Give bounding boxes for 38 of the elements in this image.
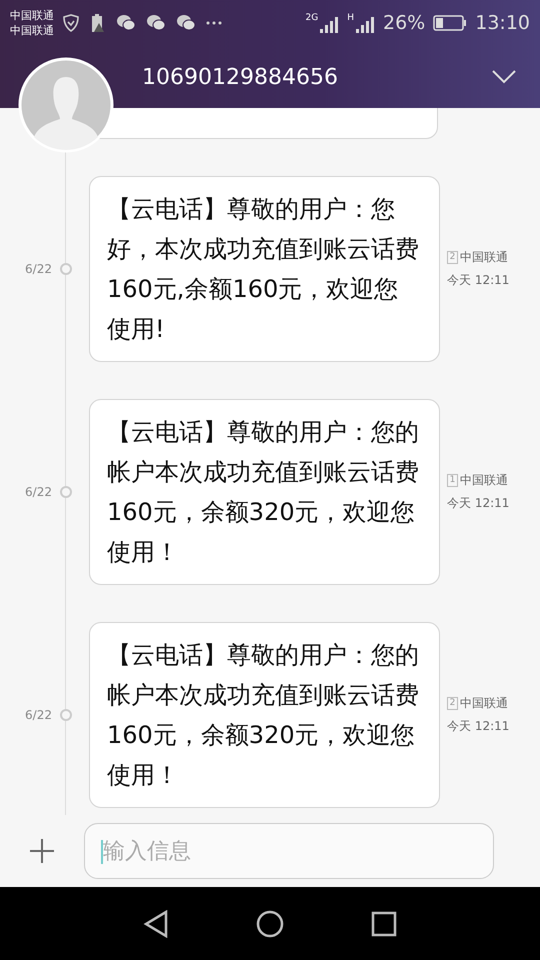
message-bubble[interactable]: 【云电话】尊敬的用户：您的帐户本次成功充值到账云话费160元，余额320元，欢迎您使用！ — [89, 622, 440, 808]
carrier-name: 中国联通 — [460, 249, 508, 266]
clock-time: 13:10 — [475, 12, 530, 34]
message-time: 今天 12:11 — [447, 718, 510, 735]
message-time: 今天 12:11 — [447, 495, 510, 512]
carrier-name: 中国联通 — [10, 23, 54, 38]
chat-icon — [116, 14, 136, 32]
home-icon[interactable] — [256, 910, 284, 938]
message-date: 6/22 — [24, 485, 52, 499]
timeline-dot — [60, 709, 72, 721]
carrier-name: 中国联通 — [10, 8, 54, 23]
message-input-field[interactable]: 输入信息 — [84, 823, 494, 879]
chevron-down-icon[interactable] — [492, 70, 516, 84]
recent-apps-icon[interactable] — [370, 910, 397, 936]
sim-slot-badge: 1 — [447, 474, 458, 487]
battery-warning-icon — [90, 13, 106, 33]
message-date: 6/22 — [24, 708, 52, 722]
plus-icon[interactable] — [29, 838, 55, 864]
sim-slot-badge: 2 — [447, 697, 458, 710]
network-label: H — [347, 13, 354, 23]
battery-percent: 26% — [383, 12, 426, 34]
message-bubble[interactable]: 【云电话】尊敬的用户：您好，本次成功充值到账云话费160元,余额160元，欢迎您使用! — [89, 176, 440, 362]
contact-number: 10690129884656 — [142, 64, 339, 90]
sim-slot-badge: 2 — [447, 251, 458, 264]
carrier-name: 中国联通 — [460, 472, 508, 489]
chat-icon — [176, 14, 196, 32]
message-bubble[interactable]: 【云电话】尊敬的用户：您的帐户本次成功充值到账云话费160元，余额320元，欢迎您使用！ — [89, 399, 440, 585]
back-icon[interactable] — [143, 910, 170, 938]
battery-icon — [433, 14, 468, 32]
message-date: 6/22 — [24, 262, 52, 276]
message-time: 今天 12:11 — [447, 272, 510, 289]
carrier-name: 中国联通 — [460, 695, 508, 712]
network-label: 2G — [306, 13, 318, 23]
more-icon — [206, 21, 222, 25]
chat-icon — [146, 14, 166, 32]
shield-icon — [62, 14, 80, 32]
timeline-dot — [60, 486, 72, 498]
timeline-dot — [60, 263, 72, 275]
